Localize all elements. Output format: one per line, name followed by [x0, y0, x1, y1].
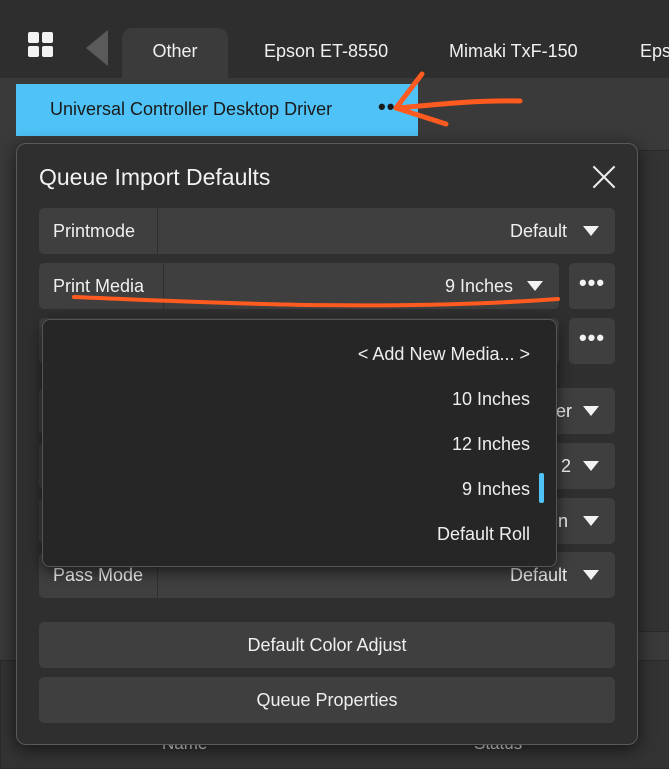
annotation-underline: [72, 295, 560, 308]
annotation-arrow-shaft: [395, 98, 523, 111]
annotation-overlay: [72, 71, 560, 308]
annotation-arrowhead: [393, 71, 449, 127]
